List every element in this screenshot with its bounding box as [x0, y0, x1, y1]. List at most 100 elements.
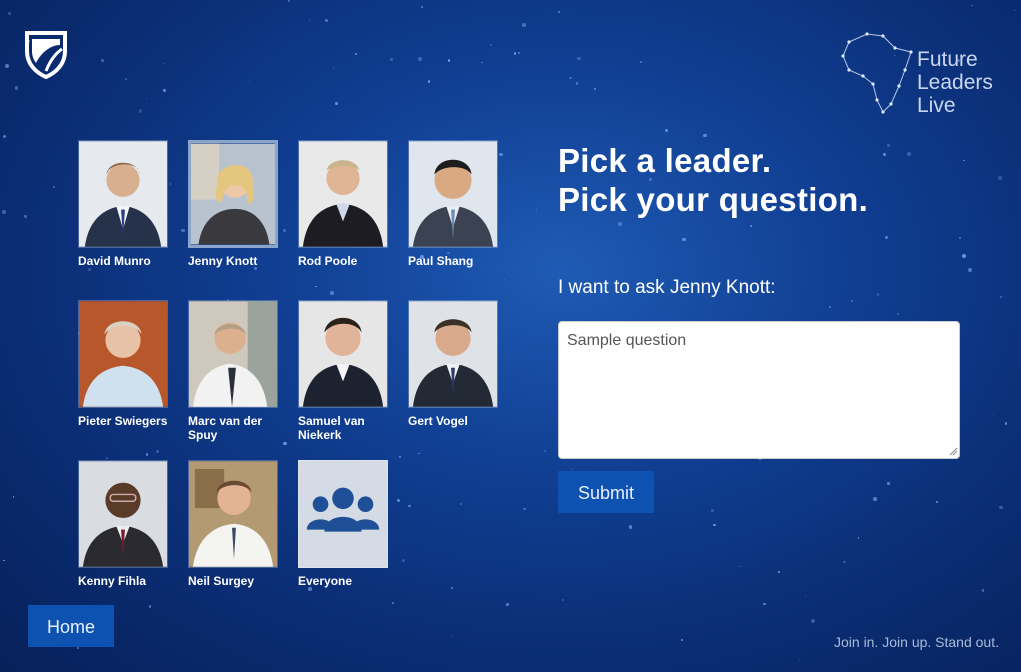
star-dot: [333, 67, 335, 70]
event-title-line: Leaders: [917, 71, 993, 94]
star-dot: [887, 482, 890, 485]
star-dot: [249, 81, 251, 83]
star-dot: [968, 268, 972, 272]
star-dot: [993, 414, 995, 416]
star-dot: [970, 4, 973, 7]
star-dot: [962, 159, 965, 162]
leader-name: Neil Surgey: [188, 574, 255, 588]
star-dot: [447, 59, 451, 63]
star-dot: [887, 144, 891, 148]
event-title: Future Leaders Live: [917, 48, 993, 117]
star-dot: [24, 215, 28, 218]
star-dot: [2, 135, 6, 139]
star-dot: [288, 0, 291, 3]
leader-grid: David Munro Jenny Knott Rod Poole Paul S…: [78, 140, 508, 600]
leader-name: David Munro: [78, 254, 151, 268]
star-dot: [749, 224, 753, 227]
star-dot: [711, 509, 714, 512]
event-title-line: Future: [917, 48, 978, 71]
star-dot: [162, 88, 166, 93]
leader-photo: [78, 140, 168, 248]
star-dot: [959, 237, 961, 239]
star-dot: [427, 79, 431, 83]
home-button[interactable]: Home: [28, 605, 114, 647]
leader-name: Paul Shang: [408, 254, 474, 268]
star-dot: [5, 63, 10, 68]
star-dot: [308, 19, 311, 22]
star-dot: [810, 618, 815, 623]
star-dot: [535, 209, 538, 211]
star-dot: [857, 537, 860, 539]
leader-name: Everyone: [298, 574, 353, 588]
leader-tile[interactable]: Rod Poole: [298, 140, 390, 268]
star-dot: [392, 602, 394, 605]
star-dot: [799, 659, 801, 661]
submit-button[interactable]: Submit: [558, 471, 654, 513]
star-dot: [557, 11, 561, 14]
star-dot: [664, 129, 668, 132]
leader-photo: [188, 300, 278, 408]
star-dot: [100, 58, 104, 62]
tagline: Join in. Join up. Stand out.: [834, 634, 999, 650]
star-dot: [876, 293, 880, 296]
leader-photo: [188, 460, 278, 568]
star-dot: [355, 52, 358, 55]
star-dot: [420, 5, 424, 9]
star-dot: [450, 635, 453, 637]
page-heading: Pick a leader. Pick your question.: [558, 141, 868, 219]
event-title-line: Live: [917, 94, 956, 117]
star-dot: [882, 152, 886, 156]
heading-line: Pick your question.: [558, 181, 869, 218]
leader-tile[interactable]: Kenny Fihla: [78, 460, 170, 588]
star-dot: [851, 299, 854, 303]
star-dot: [936, 501, 939, 504]
star-dot: [506, 602, 510, 606]
resize-grip-icon[interactable]: [949, 447, 958, 456]
leader-tile-selected[interactable]: Jenny Knott: [188, 140, 280, 268]
star-dot: [146, 97, 148, 100]
star-dot: [575, 82, 579, 86]
star-dot: [390, 57, 393, 61]
star-dot: [885, 235, 889, 240]
leader-tile[interactable]: David Munro: [78, 140, 170, 268]
leader-name: Jenny Knott: [188, 254, 258, 268]
star-dot: [713, 523, 716, 527]
ask-label: I want to ask Jenny Knott:: [558, 277, 776, 298]
star-dot: [529, 378, 532, 381]
leader-photo: [78, 300, 168, 408]
star-dot: [569, 76, 572, 80]
leader-name: Gert Vogel: [408, 414, 468, 428]
star-dot: [873, 497, 878, 501]
shield-icon: [24, 29, 68, 80]
star-dot: [125, 78, 128, 81]
leader-photo: [298, 300, 388, 408]
star-dot: [543, 449, 547, 453]
leader-tile[interactable]: Paul Shang: [408, 140, 500, 268]
star-dot: [335, 102, 338, 105]
star-dot: [962, 254, 966, 258]
star-dot: [12, 496, 15, 498]
leader-tile[interactable]: Samuel van Niekerk: [298, 300, 390, 442]
leader-tile-everyone[interactable]: Everyone: [298, 460, 390, 588]
question-input[interactable]: Sample question: [558, 321, 960, 459]
star-dot: [981, 589, 984, 592]
leader-tile[interactable]: Pieter Swiegers: [78, 300, 170, 428]
star-dot: [324, 19, 328, 23]
leader-tile[interactable]: Marc van der Spuy: [188, 300, 280, 442]
star-dot: [999, 505, 1003, 510]
leader-tile[interactable]: Gert Vogel: [408, 300, 500, 428]
star-dot: [518, 52, 520, 55]
star-dot: [639, 60, 642, 63]
star-dot: [763, 602, 766, 606]
leader-tile[interactable]: Neil Surgey: [188, 460, 280, 588]
star-dot: [163, 63, 166, 65]
star-dot: [481, 61, 483, 64]
star-dot: [1004, 422, 1008, 425]
future-leaders-live-logo: Future Leaders Live: [839, 30, 999, 120]
star-dot: [805, 596, 807, 598]
star-dot: [628, 525, 633, 530]
star-dot: [1000, 296, 1002, 298]
star-dot: [897, 313, 900, 315]
star-dot: [1013, 9, 1016, 12]
leader-name: Rod Poole: [298, 254, 358, 268]
